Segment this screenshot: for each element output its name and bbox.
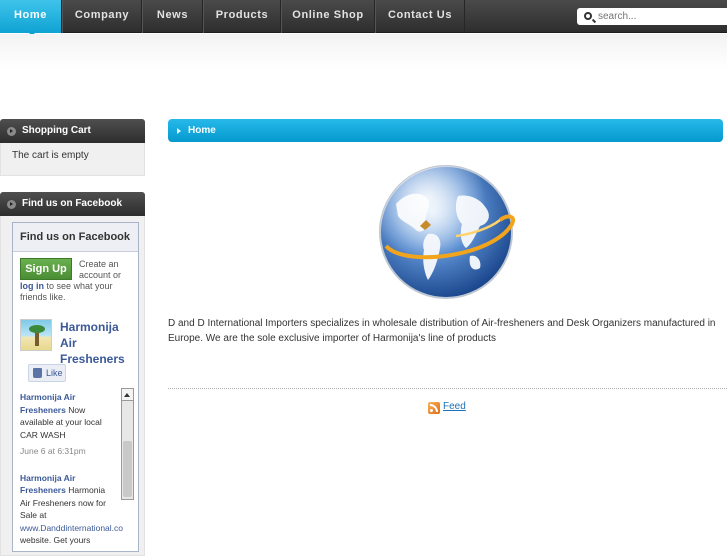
nav-contact-us[interactable]: Contact Us	[375, 0, 465, 33]
post-date[interactable]: June 6 at 6:31pm	[20, 441, 116, 458]
nav-products[interactable]: Products	[203, 0, 281, 33]
feed-label[interactable]: Feed	[443, 401, 466, 412]
search-box	[577, 8, 727, 25]
facebook-page-name[interactable]: Harmonija Air Fresheners	[60, 319, 135, 367]
facebook-feed: Harmonija Air Fresheners Now available a…	[13, 387, 123, 557]
search-icon	[584, 12, 592, 20]
bullet-arrow-icon	[7, 127, 16, 136]
nav-news[interactable]: News	[142, 0, 203, 33]
facebook-post: Harmonija Air Fresheners Now available a…	[13, 387, 123, 463]
shopping-cart-title: Shopping Cart	[22, 125, 91, 136]
header-band	[0, 34, 727, 70]
facebook-widget: Find us on Facebook Sign Up Create an ac…	[12, 222, 139, 552]
content-header: Home	[168, 119, 723, 142]
facebook-widget-header: Find us on Facebook	[13, 223, 138, 252]
scroll-up-arrow-icon[interactable]	[122, 389, 133, 401]
shopping-cart-panel: The cart is empty	[0, 143, 145, 176]
globe-image	[379, 165, 515, 299]
facebook-post: Harmonija Air Fresheners Harmonia Air Fr…	[13, 463, 123, 552]
facebook-login-link[interactable]: log in	[20, 281, 44, 291]
nav-home[interactable]: Home	[0, 0, 62, 33]
bullet-arrow-icon	[7, 200, 16, 209]
post-tail: website. Get yours	[20, 535, 91, 545]
facebook-create-text: Create an account or	[79, 259, 122, 280]
cart-status: The cart is empty	[12, 150, 89, 161]
like-label: Like	[46, 368, 63, 378]
nav-online-shop[interactable]: Online Shop	[281, 0, 375, 33]
shopping-cart-header[interactable]: Shopping Cart	[0, 119, 145, 143]
arrow-right-icon	[177, 128, 181, 134]
intro-paragraph: D and D International Importers speciali…	[168, 318, 716, 344]
rss-icon	[428, 402, 440, 414]
rss-feed-link[interactable]: Feed	[428, 401, 466, 417]
page-title: Home	[188, 125, 216, 136]
facebook-signup-button[interactable]: Sign Up	[20, 258, 72, 280]
facebook-login-line: log in to see what your friends like.	[20, 281, 135, 303]
nav-company[interactable]: Company	[62, 0, 142, 33]
scrollbar-thumb[interactable]	[123, 441, 132, 497]
facebook-page-thumbnail[interactable]	[20, 319, 52, 351]
facebook-panel-title: Find us on Facebook	[22, 198, 123, 209]
top-navigation: Home Company News Products Online Shop C…	[0, 0, 727, 33]
search-input[interactable]	[598, 9, 723, 24]
content-divider	[168, 388, 727, 389]
facebook-panel-header[interactable]: Find us on Facebook	[0, 192, 145, 216]
facebook-like-button[interactable]: Like	[28, 364, 66, 382]
facebook-feed-scrollbar[interactable]	[121, 388, 134, 500]
thumbs-up-icon	[33, 368, 42, 378]
post-link[interactable]: www.Danddinternational.co	[20, 523, 123, 533]
